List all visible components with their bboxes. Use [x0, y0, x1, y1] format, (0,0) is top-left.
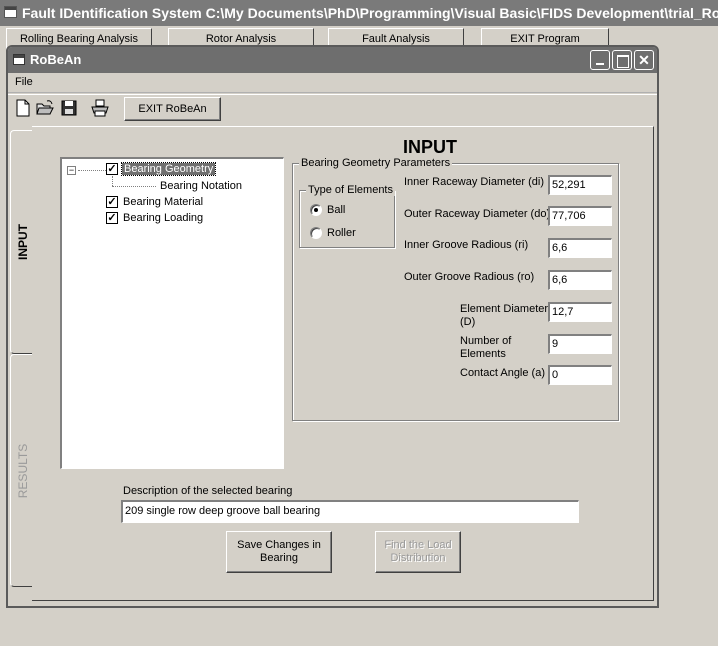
checkbox-bearing-geometry[interactable]: ✓	[106, 163, 118, 175]
element-diameter-label-1: Element Diameter	[460, 303, 549, 315]
geometry-group: Bearing Geometry Parameters Type of Elem…	[292, 157, 619, 421]
inner-raceway-label: Inner Raceway Diameter (di)	[404, 176, 544, 188]
radio-ball-label: Ball	[327, 204, 346, 216]
inner-groove-field[interactable]: 6,6	[548, 238, 612, 258]
menu-file[interactable]: File	[15, 76, 33, 88]
maximize-button[interactable]	[612, 50, 632, 70]
element-type-group: Type of Elements Ball Roller	[299, 184, 395, 248]
new-file-icon[interactable]	[13, 98, 33, 118]
number-of-elements-label-2: Elements	[460, 348, 506, 360]
print-icon[interactable]	[90, 98, 110, 118]
inner-groove-label: Inner Groove Radious (ri)	[404, 239, 529, 251]
window-icon	[13, 54, 25, 65]
tree-item-label: Bearing Geometry	[120, 162, 217, 176]
app-title: Fault IDentification System C:\My Docume…	[22, 5, 718, 21]
window-title-bar[interactable]: RoBeAn ✕	[8, 47, 657, 73]
close-icon: ✕	[638, 52, 650, 68]
checkbox-bearing-loading[interactable]: ✓	[106, 212, 118, 224]
exit-robean-button[interactable]: EXIT RoBeAn	[124, 97, 221, 121]
window-title: RoBeAn	[30, 52, 82, 67]
tab-frame: INPUT RESULTS INPUT − ✓ Bearing Geometry…	[8, 124, 657, 606]
save-changes-button[interactable]: Save Changes in Bearing	[226, 531, 332, 573]
input-panel: INPUT − ✓ Bearing Geometry Bearing Notat…	[32, 126, 654, 601]
tree-item-bearing-loading[interactable]: Bearing Loading	[123, 211, 203, 225]
description-field[interactable]: 209 single row deep groove ball bearing	[121, 500, 579, 523]
close-button[interactable]: ✕	[634, 50, 654, 70]
save-icon[interactable]	[59, 98, 79, 118]
minimize-button[interactable]	[590, 50, 610, 70]
tab-input[interactable]: INPUT	[10, 130, 34, 354]
checkbox-bearing-material[interactable]: ✓	[106, 196, 118, 208]
outer-groove-field[interactable]: 6,6	[548, 270, 612, 290]
save-changes-label-2: Bearing	[260, 552, 298, 564]
element-diameter-label-2: (D)	[460, 316, 476, 328]
tree-item-bearing-geometry[interactable]: Bearing Geometry	[120, 162, 217, 176]
open-folder-icon[interactable]	[35, 98, 55, 118]
tab-results-label: RESULTS	[15, 443, 30, 498]
outer-raceway-field[interactable]: 77,706	[548, 206, 612, 226]
robean-window: RoBeAn ✕ File EXIT RoBeAn INPUT RESULTS …	[6, 45, 659, 608]
tree-item-bearing-material[interactable]: Bearing Material	[123, 195, 203, 209]
contact-angle-label: Contact Angle (a)	[460, 367, 545, 379]
radio-ball[interactable]	[310, 204, 322, 216]
tab-input-label: INPUT	[15, 224, 30, 260]
tree-line	[112, 186, 156, 187]
tree-line	[78, 170, 106, 171]
radio-roller[interactable]	[310, 227, 322, 239]
element-diameter-field[interactable]: 12,7	[548, 302, 612, 322]
find-load-label-1: Find the Load	[384, 539, 452, 551]
radio-roller-label: Roller	[327, 227, 356, 239]
geometry-group-legend: Bearing Geometry Parameters	[299, 157, 453, 169]
find-load-label-2: Distribution	[390, 552, 446, 564]
bearing-tree: − ✓ Bearing Geometry Bearing Notation ✓ …	[60, 157, 284, 469]
outer-groove-label: Outer Groove Radious (ro)	[404, 271, 535, 283]
collapse-icon[interactable]: −	[67, 166, 76, 175]
app-icon	[4, 6, 17, 18]
save-changes-label-1: Save Changes in	[237, 539, 321, 551]
menu-bar: File	[8, 73, 657, 93]
toolbar: EXIT RoBeAn	[8, 94, 657, 122]
tree-line	[112, 176, 113, 186]
outer-raceway-label: Outer Raceway Diameter (do)	[404, 208, 551, 220]
app-button-bar: Rolling Bearing Analysis Rotor Analysis …	[0, 26, 718, 50]
find-load-distribution-button[interactable]: Find the Load Distribution	[375, 531, 461, 573]
number-of-elements-field[interactable]: 9	[548, 334, 612, 354]
tab-results[interactable]: RESULTS	[10, 354, 34, 587]
contact-angle-field[interactable]: 0	[548, 365, 612, 385]
inner-raceway-field[interactable]: 52,291	[548, 175, 612, 195]
element-type-legend: Type of Elements	[306, 184, 395, 196]
number-of-elements-label-1: Number of	[460, 335, 512, 347]
app-title-bar: Fault IDentification System C:\My Docume…	[0, 0, 718, 26]
tree-item-bearing-notation[interactable]: Bearing Notation	[160, 179, 242, 193]
panel-heading: INPUT	[403, 137, 457, 157]
description-label: Description of the selected bearing	[123, 485, 293, 497]
